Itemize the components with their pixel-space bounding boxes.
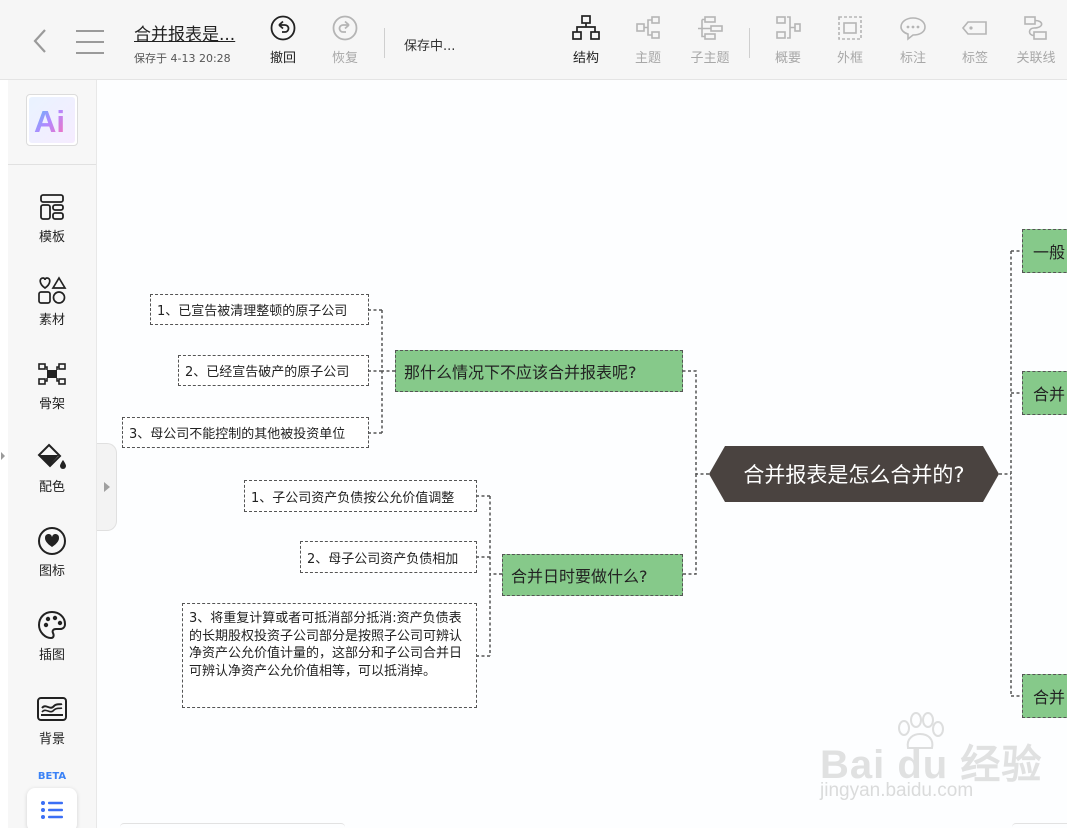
toolbar-structure-button[interactable]: 结构 <box>558 14 614 70</box>
toolbar-boundary-button[interactable]: 外框 <box>822 14 878 70</box>
right-topic[interactable]: 合并 <box>1022 371 1067 415</box>
top-toolbar: 合并报表是... 保存于 4-13 20:28 撤回 恢复 保存中... 结构 … <box>0 0 1067 80</box>
toolbar-summary-button[interactable]: 概要 <box>760 14 816 70</box>
sidebar-item-color-scheme[interactable]: 配色 <box>8 442 96 502</box>
sidebar-item-background[interactable]: 背景 <box>8 694 96 754</box>
redo-icon <box>332 15 358 41</box>
menu-icon <box>76 30 104 32</box>
sidebar-item-illustration[interactable]: 插图 <box>8 610 96 670</box>
structure-icon <box>572 15 600 40</box>
sidebar-divider <box>8 164 96 165</box>
ai-logo-icon: Ai <box>34 104 65 137</box>
left-sidebar: Ai 模板 素材 骨架 配色 图标 插图 背景 BETA <box>8 80 97 828</box>
list-icon <box>41 801 63 819</box>
subtopic-item[interactable]: 3、母公司不能控制的其他被投资单位 <box>122 417 369 448</box>
background-icon <box>37 697 67 721</box>
document-title[interactable]: 合并报表是... <box>134 20 235 45</box>
sidebar-item-material[interactable]: 素材 <box>8 275 96 335</box>
baidu-watermark: Bai du 经验 jingyan.baidu.com <box>814 712 1041 810</box>
central-topic[interactable]: 合并报表是怎么合并的? <box>709 446 999 502</box>
sidebar-collapse-toggle[interactable] <box>97 443 117 531</box>
topic-consolidation-date[interactable]: 合并日时要做什么? <box>502 554 683 596</box>
saved-timestamp: 保存于 4-13 20:28 <box>134 52 231 65</box>
template-icon <box>40 194 64 220</box>
subtopic-item[interactable]: 1、已宣告被清理整顿的原子公司 <box>150 294 369 325</box>
tag-icon <box>961 21 987 35</box>
undo-icon <box>270 15 296 41</box>
undo-button[interactable]: 撤回 <box>255 14 311 70</box>
sidebar-item-template[interactable]: 模板 <box>8 192 96 252</box>
subtopic-item[interactable]: 1、子公司资产负债按公允价值调整 <box>244 480 477 512</box>
subtopic-icon <box>698 16 723 40</box>
paint-bucket-icon <box>37 443 66 469</box>
toolbar-divider <box>749 28 750 58</box>
subtopic-item[interactable]: 3、将重复计算或者可抵消部分抵消:资产负债表的长期股权投资子公司部分是按照子公司… <box>182 603 477 708</box>
right-topic[interactable]: 合并 <box>1022 674 1067 718</box>
toolbar-subtopic-button[interactable]: 子主题 <box>682 14 738 70</box>
toolbar-relationship-button[interactable]: 关联线 <box>1008 14 1064 70</box>
toolbar-callout-button[interactable]: 标注 <box>885 14 941 70</box>
relationship-icon <box>1024 16 1047 40</box>
svg-text:Ai: Ai <box>34 104 65 137</box>
beta-badge: BETA <box>37 771 67 782</box>
left-edge-arrow-icon[interactable] <box>0 452 6 460</box>
ai-assistant-button[interactable]: Ai <box>26 94 78 146</box>
bottom-panel-edge <box>1012 823 1067 828</box>
toolbar-topic-button[interactable]: 主题 <box>620 14 676 70</box>
palette-icon <box>37 610 67 640</box>
outline-list-button[interactable] <box>27 788 77 828</box>
toolbar-tag-button[interactable]: 标签 <box>947 14 1003 70</box>
heart-icon <box>38 527 66 555</box>
boundary-icon <box>838 16 862 40</box>
subtopic-item[interactable]: 2、母子公司资产负债相加 <box>300 541 477 573</box>
summary-icon <box>776 16 801 39</box>
chevron-left-icon <box>33 29 46 53</box>
callout-icon <box>900 17 926 41</box>
bottom-panel-edge <box>120 823 345 828</box>
redo-button[interactable]: 恢复 <box>317 14 373 70</box>
toolbar-divider <box>384 28 385 58</box>
menu-button[interactable] <box>76 30 104 54</box>
topic-icon <box>636 16 660 39</box>
right-topic[interactable]: 一般 <box>1022 229 1067 273</box>
sidebar-item-skeleton[interactable]: 骨架 <box>8 359 96 419</box>
skeleton-icon <box>38 363 66 385</box>
subtopic-item[interactable]: 2、已经宣告破产的原子公司 <box>178 355 369 386</box>
saving-status: 保存中... <box>404 39 456 54</box>
topic-no-consolidation[interactable]: 那什么情况下不应该合并报表呢? <box>395 350 683 392</box>
back-button[interactable] <box>28 26 52 56</box>
chevron-right-icon <box>103 482 110 492</box>
sidebar-item-icons[interactable]: 图标 <box>8 526 96 586</box>
material-icon <box>38 276 67 304</box>
